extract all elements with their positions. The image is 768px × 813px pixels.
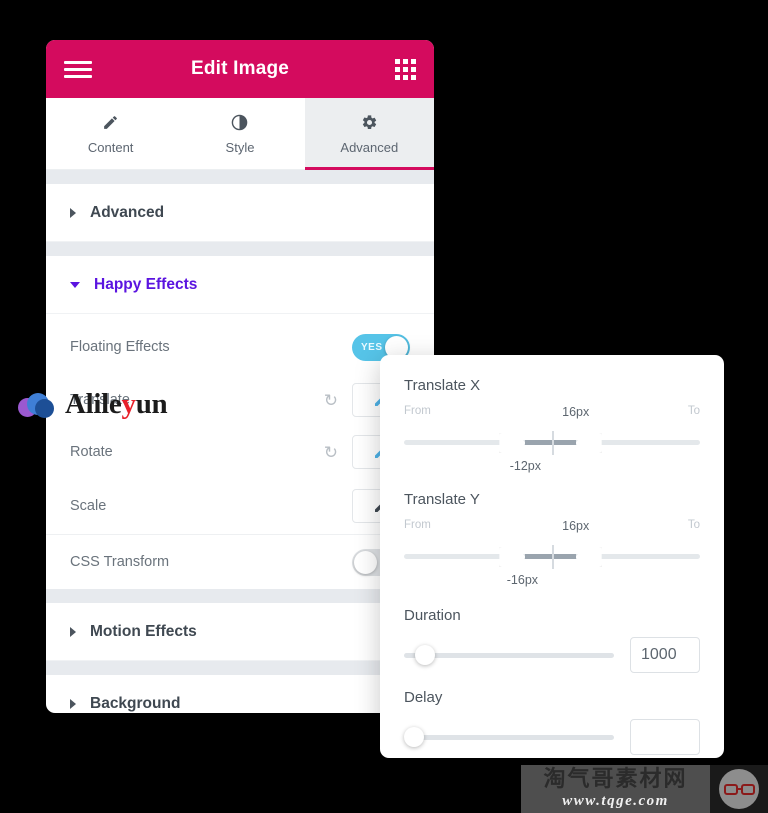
translate-x-low-value: -12px	[509, 459, 541, 473]
from-label: From	[404, 519, 431, 531]
from-label: From	[404, 405, 431, 417]
duration-input[interactable]: 1000	[630, 637, 700, 673]
slider-handle-high[interactable]	[575, 433, 602, 453]
toggle-yes-label: YES	[361, 341, 383, 353]
reset-icon[interactable]: ↻	[324, 392, 338, 409]
slider-fill	[525, 554, 576, 559]
section-header-motion-effects[interactable]: Motion Effects	[46, 603, 434, 661]
row-css-transform: CSS Transform	[46, 535, 434, 589]
delay-group: Delay	[404, 689, 700, 757]
translate-y-high-value: 16px	[562, 519, 590, 533]
tab-advanced[interactable]: Advanced	[304, 98, 434, 170]
slider-handle-low[interactable]	[499, 433, 526, 453]
section-divider-band	[46, 170, 434, 184]
panel-header: Edit Image	[46, 40, 434, 98]
slider-center-tick	[552, 545, 554, 569]
section-title-happy-effects: Happy Effects	[94, 275, 198, 293]
tqge-logo-block	[710, 765, 768, 813]
happy-effects-popup: Translate X From 16px To -12px Translate…	[380, 355, 724, 758]
tqge-cn-name: 淘气哥素材网	[543, 766, 688, 791]
pencil-icon	[102, 113, 119, 133]
translate-x-group: Translate X From 16px To -12px	[404, 377, 700, 477]
alileyun-watermark: Alileyun	[18, 388, 168, 421]
page-title: Edit Image	[190, 58, 290, 79]
contrast-icon	[231, 113, 248, 133]
to-label: To	[687, 405, 700, 417]
tab-bar: Content Style Advanced	[46, 98, 434, 170]
rotate-label: Rotate	[70, 444, 113, 460]
section-title-motion-effects: Motion Effects	[90, 622, 197, 640]
tab-content[interactable]: Content	[46, 98, 176, 170]
scale-label: Scale	[70, 498, 107, 514]
section-title-background: Background	[90, 695, 181, 712]
cloud-logo	[18, 392, 56, 418]
tab-style-label: Style	[225, 139, 255, 155]
floating-effects-label: Floating Effects	[70, 339, 170, 355]
translate-y-low-wrap: -16px	[404, 573, 700, 591]
chevron-right-icon	[70, 699, 76, 709]
section-title-advanced: Advanced	[90, 203, 165, 221]
slider-knob[interactable]	[404, 727, 424, 747]
row-floating-effects: Floating Effects YES	[46, 320, 434, 374]
tab-content-label: Content	[87, 139, 134, 155]
chevron-right-icon	[70, 626, 76, 637]
slider-knob[interactable]	[414, 645, 435, 665]
reset-icon[interactable]: ↻	[324, 444, 338, 461]
duration-slider[interactable]	[404, 644, 614, 666]
duration-title: Duration	[404, 607, 461, 624]
tab-advanced-label: Advanced	[340, 139, 399, 155]
alileyun-wordmark: Alileyun	[65, 388, 168, 420]
hamburger-icon[interactable]	[64, 60, 92, 78]
tqge-text-block: 淘气哥素材网 www.tqge.com	[521, 765, 710, 813]
gear-icon	[361, 113, 378, 133]
translate-y-low-value: -16px	[506, 573, 539, 587]
translate-x-high-value: 16px	[562, 405, 590, 419]
to-label: To	[687, 519, 700, 531]
translate-y-slider[interactable]	[404, 539, 700, 573]
css-transform-label: CSS Transform	[70, 554, 170, 570]
translate-x-title: Translate X	[404, 377, 481, 394]
section-divider-band	[46, 589, 434, 603]
slider-center-tick	[552, 431, 554, 455]
section-divider-band	[46, 242, 434, 256]
section-header-advanced[interactable]: Advanced	[46, 184, 434, 242]
row-rotate: Rotate ↻	[46, 426, 434, 478]
tqge-watermark: 淘气哥素材网 www.tqge.com	[521, 765, 768, 813]
delay-title: Delay	[404, 689, 443, 706]
slider-handle-low[interactable]	[499, 547, 526, 567]
translate-y-title: Translate Y	[404, 491, 480, 508]
duration-group: Duration 1000	[404, 607, 700, 675]
slider-track	[404, 653, 614, 658]
translate-y-group: Translate Y From 16px To -16px	[404, 491, 700, 591]
translate-x-range-labels: From 16px To	[404, 405, 700, 421]
translate-x-slider[interactable]	[404, 425, 700, 459]
section-header-happy-effects[interactable]: Happy Effects	[46, 256, 434, 314]
section-header-background[interactable]: Background	[46, 675, 434, 713]
chevron-down-icon	[70, 281, 80, 288]
chevron-right-icon	[70, 207, 76, 218]
glasses-icon	[719, 769, 759, 809]
tqge-url: www.tqge.com	[562, 793, 669, 809]
row-scale: Scale	[46, 478, 434, 534]
toggle-knob	[354, 550, 377, 574]
translate-y-range-labels: From 16px To	[404, 519, 700, 535]
delay-row	[404, 717, 700, 757]
tab-style[interactable]: Style	[175, 98, 305, 170]
grid-apps-icon[interactable]	[395, 58, 416, 80]
delay-slider[interactable]	[404, 726, 614, 748]
screenshot-stage: Edit Image Content Style Advanced Advanc…	[0, 0, 768, 813]
slider-fill	[525, 440, 576, 445]
section-divider-band	[46, 661, 434, 675]
slider-track	[404, 735, 614, 740]
duration-row: 1000	[404, 635, 700, 675]
slider-handle-high[interactable]	[575, 547, 602, 567]
delay-input[interactable]	[630, 719, 700, 755]
edit-image-panel: Edit Image Content Style Advanced Advanc…	[46, 40, 434, 713]
translate-x-low-wrap: -12px	[404, 459, 700, 477]
